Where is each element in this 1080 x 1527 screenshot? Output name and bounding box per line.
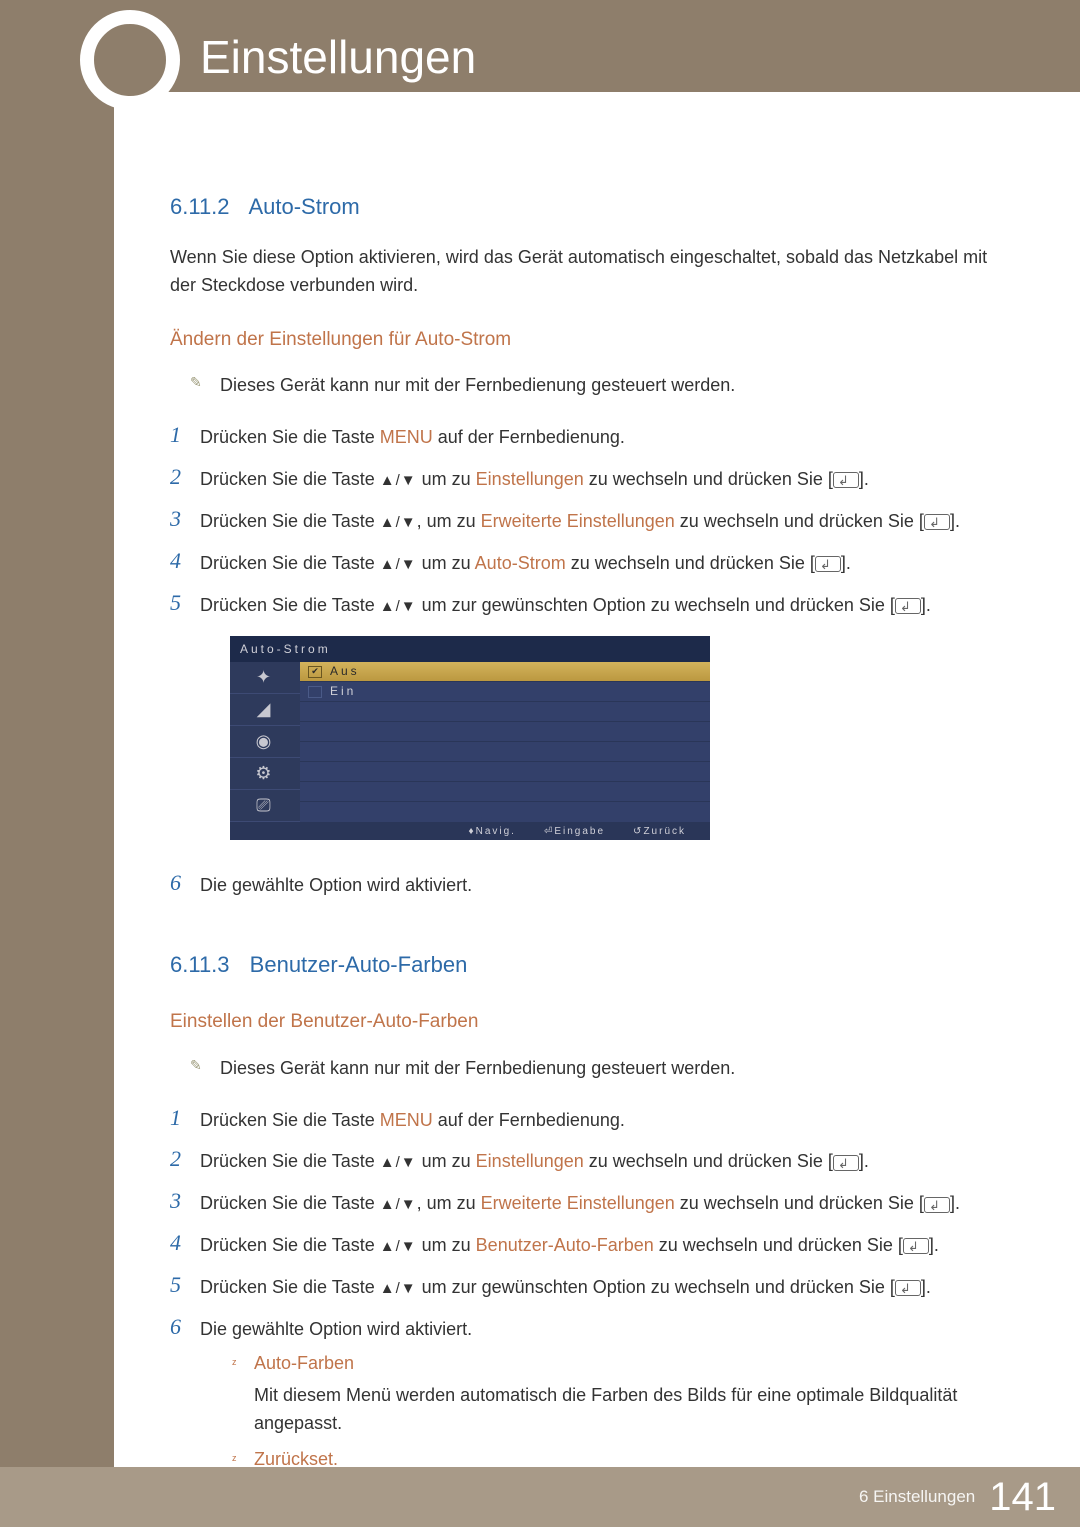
step-number: 1 <box>170 1107 200 1129</box>
enter-icon <box>815 556 841 572</box>
page-number: 141 <box>989 1475 1056 1520</box>
osd-option-empty <box>300 762 710 782</box>
step-body: Drücken Sie die Taste MENU auf der Fernb… <box>200 1107 1000 1135</box>
bullet-icon: z <box>232 1350 254 1438</box>
sub-heading-auto-farben: Einstellen der Benutzer-Auto-Farben <box>170 1007 1000 1036</box>
step-number: 2 <box>170 466 200 488</box>
section-number: 6.11.3 <box>170 952 230 977</box>
enter-icon <box>924 1197 950 1213</box>
sub-heading-auto-strom: Ändern der Einstellungen für Auto-Strom <box>170 325 1000 354</box>
sub-option-body: Mit diesem Menü werden automatisch die F… <box>254 1382 1000 1438</box>
sub-option-title: Auto-Farben <box>254 1350 1000 1378</box>
step-body: Drücken Sie die Taste ▲/▼ um zu Auto-Str… <box>200 550 1000 578</box>
osd-tab-icon: ⎚ <box>230 790 300 822</box>
osd-sidebar: ✦ ◢ ◉ ⚙ ⎚ <box>230 662 300 822</box>
osd-option-empty <box>300 782 710 802</box>
step-number: 5 <box>170 592 200 614</box>
footer-label: 6 Einstellungen <box>859 1487 975 1507</box>
note-row: ✎ Dieses Gerät kann nur mit der Fernbedi… <box>170 372 1000 400</box>
section-heading-auto-strom: 6.11.2 Auto-Strom <box>170 190 1000 224</box>
enter-icon <box>895 1280 921 1296</box>
osd-option-empty <box>300 702 710 722</box>
osd-option-empty <box>300 742 710 762</box>
osd-title: Auto-Strom <box>230 636 710 663</box>
step-number: 6 <box>170 1316 200 1338</box>
enter-icon <box>924 514 950 530</box>
note-text: Dieses Gerät kann nur mit der Fernbedien… <box>220 372 1000 400</box>
enter-icon <box>895 598 921 614</box>
step-body: Drücken Sie die Taste ▲/▼, um zu Erweite… <box>200 1190 1000 1218</box>
note-icon: ✎ <box>190 1055 220 1077</box>
step-number: 3 <box>170 508 200 530</box>
osd-option-empty <box>300 722 710 742</box>
note-row: ✎ Dieses Gerät kann nur mit der Fernbedi… <box>170 1055 1000 1083</box>
steps-list-a: 1 Drücken Sie die Taste MENU auf der Fer… <box>170 424 1000 900</box>
section-number: 6.11.2 <box>170 194 230 219</box>
chapter-title: Einstellungen <box>200 30 476 84</box>
osd-menu: Auto-Strom ✦ ◢ ◉ ⚙ ⎚ ✔Aus Ein <box>230 636 710 841</box>
step-number: 4 <box>170 1232 200 1254</box>
osd-foot-back: ↺Zurück <box>633 824 686 840</box>
osd-option-on: Ein <box>300 682 710 702</box>
osd-footer: ♦Navig. ⏎Eingabe ↺Zurück <box>230 822 710 840</box>
section-title: Auto-Strom <box>248 194 359 219</box>
step-number: 4 <box>170 550 200 572</box>
osd-options: ✔Aus Ein <box>300 662 710 822</box>
chapter-number-bubble <box>80 10 180 110</box>
osd-option-off: ✔Aus <box>300 662 710 682</box>
step-number: 2 <box>170 1148 200 1170</box>
step-body: Drücken Sie die Taste ▲/▼ um zur gewünsc… <box>200 1274 1000 1302</box>
enter-icon <box>833 1155 859 1171</box>
section-intro: Wenn Sie diese Option aktivieren, wird d… <box>170 244 1000 300</box>
side-bar-footer <box>0 1467 114 1527</box>
step-body: Drücken Sie die Taste ▲/▼ um zur gewünsc… <box>200 592 1000 858</box>
osd-tab-icon: ✦ <box>230 662 300 694</box>
osd-tab-icon: ⚙ <box>230 758 300 790</box>
osd-tab-icon: ◉ <box>230 726 300 758</box>
page-footer: 6 Einstellungen 141 <box>114 1467 1080 1527</box>
step-body: Drücken Sie die Taste MENU auf der Fernb… <box>200 424 1000 452</box>
page-content: 6.11.2 Auto-Strom Wenn Sie diese Option … <box>170 190 1000 1527</box>
section-heading-auto-farben: 6.11.3 Benutzer-Auto-Farben <box>170 948 1000 982</box>
step-number: 5 <box>170 1274 200 1296</box>
note-icon: ✎ <box>190 372 220 394</box>
osd-foot-nav: ♦Navig. <box>468 824 515 840</box>
section-title: Benutzer-Auto-Farben <box>250 952 468 977</box>
note-text: Dieses Gerät kann nur mit der Fernbedien… <box>220 1055 1000 1083</box>
osd-foot-enter: ⏎Eingabe <box>544 824 605 840</box>
step-body: Drücken Sie die Taste ▲/▼ um zu Einstell… <box>200 466 1000 494</box>
osd-tab-icon: ◢ <box>230 694 300 726</box>
step-body: Drücken Sie die Taste ▲/▼, um zu Erweite… <box>200 508 1000 536</box>
steps-list-b: 1 Drücken Sie die Taste MENU auf der Fer… <box>170 1107 1000 1514</box>
enter-icon <box>903 1238 929 1254</box>
enter-icon <box>833 472 859 488</box>
step-number: 1 <box>170 424 200 446</box>
step-body: Drücken Sie die Taste ▲/▼ um zu Benutzer… <box>200 1232 1000 1260</box>
step-body: Die gewählte Option wird aktiviert. <box>200 872 1000 900</box>
step-number: 3 <box>170 1190 200 1212</box>
step-number: 6 <box>170 872 200 894</box>
step-body: Drücken Sie die Taste ▲/▼ um zu Einstell… <box>200 1148 1000 1176</box>
side-bar <box>0 0 114 1527</box>
